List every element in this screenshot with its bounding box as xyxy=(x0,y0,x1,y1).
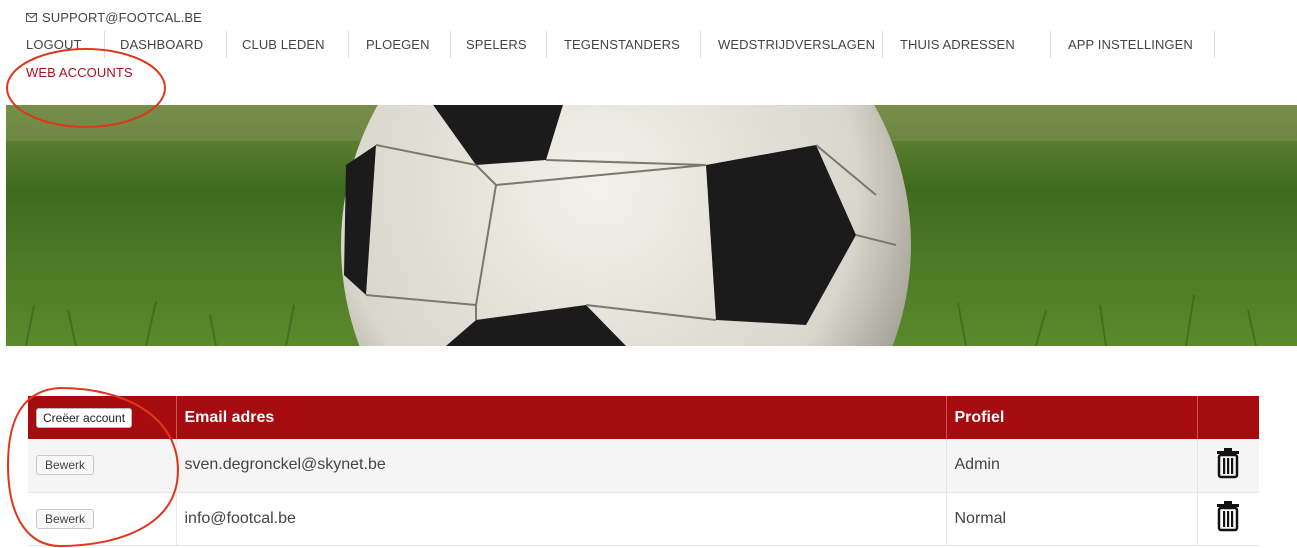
nav-divider xyxy=(546,31,547,58)
soccer-ball-image xyxy=(6,105,1297,346)
nav-thuis-adressen[interactable]: THUIS ADRESSEN xyxy=(900,37,1015,52)
trash-icon[interactable] xyxy=(1215,500,1241,532)
row-delete-cell xyxy=(1197,439,1259,493)
nav-divider xyxy=(1214,31,1215,58)
nav-spelers[interactable]: SPELERS xyxy=(466,37,527,52)
create-account-button[interactable]: Creëer account xyxy=(36,407,133,428)
row-profile: Normal xyxy=(946,492,1198,546)
nav-divider xyxy=(450,31,451,58)
nav-club-leden[interactable]: CLUB LEDEN xyxy=(242,37,325,52)
support-email-link[interactable]: SUPPORT@FOOTCAL.BE xyxy=(26,10,202,25)
table-row: Bewerk sven.degronckel@skynet.be Admin xyxy=(28,439,1259,493)
accounts-table-container: Creëer account Email adres Profiel Bewer… xyxy=(28,396,1259,546)
row-action-cell: Bewerk xyxy=(28,439,177,493)
nav-divider xyxy=(226,31,227,58)
accounts-table: Creëer account Email adres Profiel Bewer… xyxy=(28,396,1259,546)
nav-divider xyxy=(104,31,105,58)
table-row: Bewerk info@footcal.be Normal xyxy=(28,492,1259,546)
nav-web-accounts[interactable]: WEB ACCOUNTS xyxy=(26,65,133,80)
row-email: info@footcal.be xyxy=(176,492,947,546)
mail-icon xyxy=(26,13,37,22)
nav-tegenstanders[interactable]: TEGENSTANDERS xyxy=(564,37,680,52)
nav-divider xyxy=(882,31,883,58)
nav-app-instellingen[interactable]: APP INSTELLINGEN xyxy=(1068,37,1193,52)
row-action-cell: Bewerk xyxy=(28,492,177,546)
header-action-cell: Creëer account xyxy=(28,396,177,439)
header-email: Email adres xyxy=(176,396,947,439)
row-delete-cell xyxy=(1197,492,1259,546)
support-email-text: SUPPORT@FOOTCAL.BE xyxy=(42,10,202,25)
nav-logout[interactable]: LOGOUT xyxy=(26,37,82,52)
nav-wedstrijdverslagen[interactable]: WEDSTRIJDVERSLAGEN xyxy=(718,37,875,52)
row-profile: Admin xyxy=(946,439,1198,493)
hero-banner xyxy=(6,105,1297,346)
nav-divider xyxy=(348,31,349,58)
trash-icon[interactable] xyxy=(1215,447,1241,479)
edit-button[interactable]: Bewerk xyxy=(36,508,95,529)
header-delete-cell xyxy=(1197,396,1259,439)
nav-dashboard[interactable]: DASHBOARD xyxy=(120,37,203,52)
nav-divider xyxy=(1050,31,1051,58)
nav-ploegen[interactable]: PLOEGEN xyxy=(366,37,430,52)
nav-divider xyxy=(700,31,701,58)
table-header-row: Creëer account Email adres Profiel xyxy=(28,396,1259,439)
edit-button[interactable]: Bewerk xyxy=(36,455,95,476)
header-profile: Profiel xyxy=(946,396,1198,439)
row-email: sven.degronckel@skynet.be xyxy=(176,439,947,493)
